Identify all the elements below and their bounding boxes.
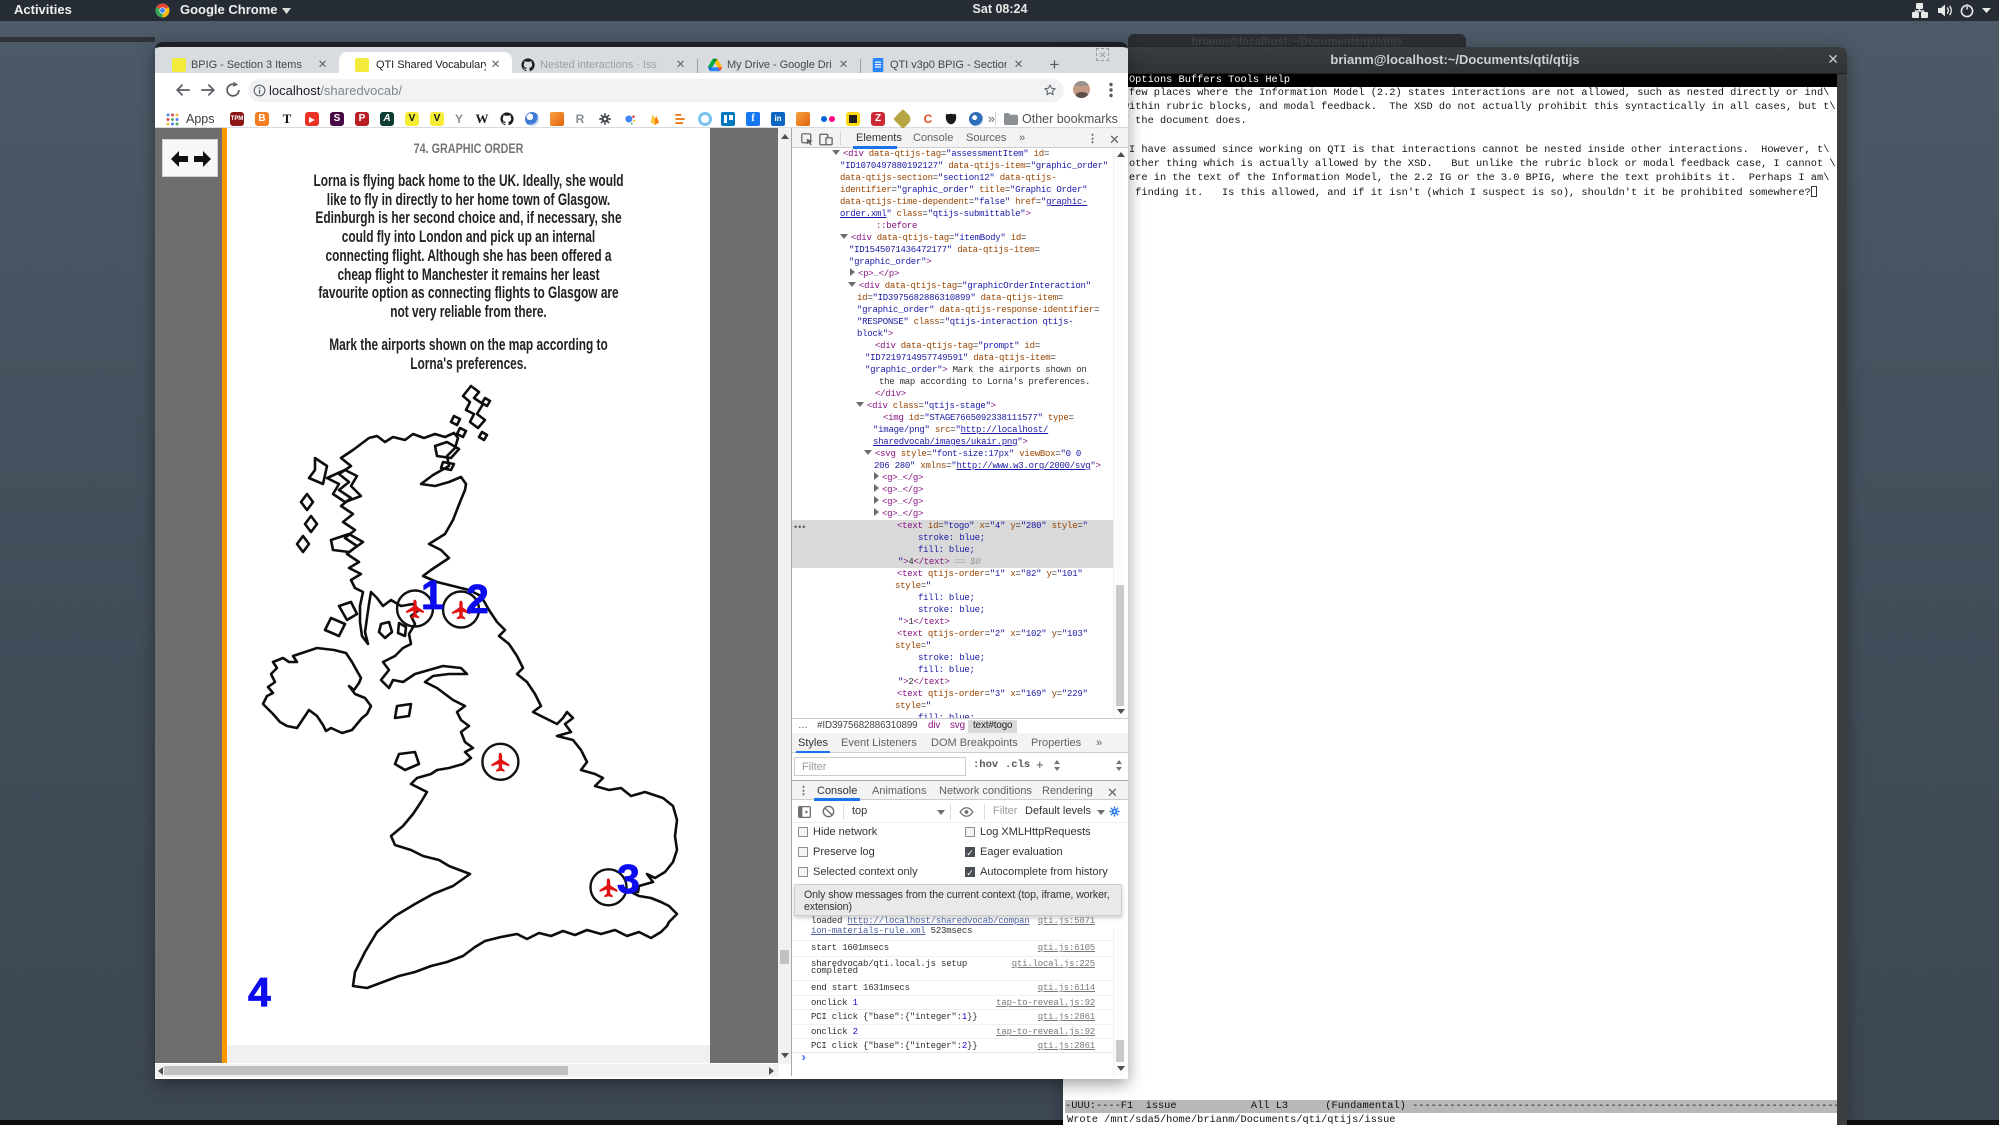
svg-text:1: 1 — [421, 572, 444, 618]
svg-text:3: 3 — [617, 856, 640, 902]
svg-text:4: 4 — [248, 969, 271, 1015]
svg-text:2: 2 — [466, 576, 489, 622]
